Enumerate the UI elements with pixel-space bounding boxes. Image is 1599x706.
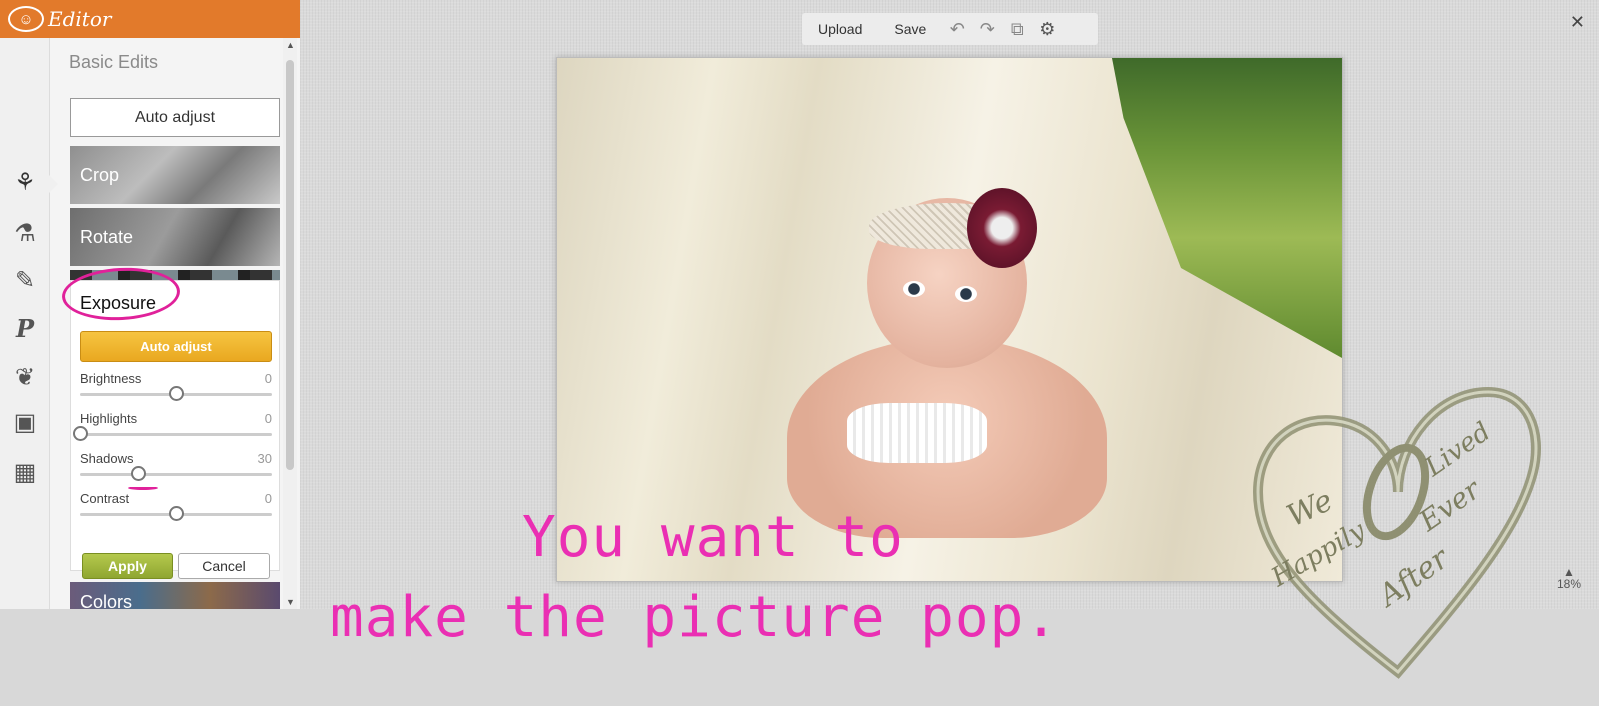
logo-icon: ☺ [8,6,44,32]
slider-value: 0 [264,371,272,386]
photo-eye [903,281,925,297]
basic-edits-panel: Basic Edits Auto adjust Crop Rotate Expo… [60,38,286,609]
underline-annotation [128,486,158,490]
watermark-text: We [1282,483,1339,534]
overlay-caption-line-1: You want to [522,505,904,570]
effects-icon[interactable]: ⚘ [10,168,40,198]
texture-icon[interactable]: ▦ [10,458,40,488]
layers-icon[interactable]: ⧉ [1002,19,1032,40]
frame-icon[interactable]: ▣ [10,408,40,438]
app-header: ☺ Editor [0,0,300,38]
slider-thumb[interactable] [73,426,88,441]
slider-value: 0 [264,411,272,426]
shadows-slider[interactable]: Shadows 30 [80,451,272,487]
sidebar: ⚘ ⚗ ✎ P ❦ ▣ ▦ Basic Edits Auto adjust Cr… [0,38,300,609]
flask-icon[interactable]: ⚗ [10,219,40,249]
slider-label: Brightness [80,371,142,386]
highlights-slider[interactable]: Highlights 0 [73,411,272,447]
heart-watermark: We Lived Happily Ever After [1252,386,1541,679]
sticker-icon[interactable]: ❦ [10,363,40,393]
slider-value: 30 [257,451,272,466]
save-button[interactable]: Save [878,21,942,37]
text-icon[interactable]: P [10,314,40,344]
close-icon[interactable]: ✕ [1570,12,1585,33]
colors-tile[interactable]: Colors [70,582,280,609]
tile-strip [70,270,280,280]
watermark-text: Lived [1419,417,1496,484]
undo-icon[interactable]: ↶ [942,19,972,40]
rotate-tile[interactable]: Rotate [70,208,280,266]
top-toolbar: Upload Save ↶ ↷ ⧉ ⚙ [802,13,1098,45]
overlay-caption-line-2: make the picture pop. [330,585,1060,650]
slider-track[interactable] [80,473,272,476]
zoom-indicator[interactable]: ▲ 18% [1557,566,1581,590]
panel-scrollbar[interactable]: ▲ ▼ [283,38,297,609]
slider-track[interactable] [80,433,272,436]
photo-grass [1112,58,1342,358]
rail-notch [48,174,58,194]
exposure-auto-adjust-button[interactable]: Auto adjust [80,331,272,362]
gear-icon[interactable]: ⚙ [1032,19,1062,40]
app-title: Editor [48,7,112,31]
slider-label: Contrast [80,491,130,506]
panel-heading: Basic Edits [69,52,159,72]
slider-thumb[interactable] [169,506,184,521]
zoom-level: 18% [1556,577,1581,591]
brightness-slider[interactable]: Brightness 0 [80,371,272,407]
slider-thumb[interactable] [169,386,184,401]
exposure-panel: Exposure Auto adjust Brightness 0 Highli… [70,280,280,579]
photo-flower [967,188,1037,268]
cancel-button[interactable]: Cancel [178,553,270,579]
upload-button[interactable]: Upload [802,21,878,37]
redo-icon[interactable]: ↷ [972,19,1002,40]
edited-photo[interactable] [556,57,1343,582]
apply-button[interactable]: Apply [82,553,173,579]
brush-icon[interactable]: ✎ [10,266,40,296]
watermark-text: After [1370,540,1456,615]
slider-value: 0 [264,491,272,506]
scroll-up-icon[interactable]: ▲ [286,40,295,50]
scroll-thumb[interactable] [286,60,294,470]
slider-thumb[interactable] [130,466,146,481]
contrast-slider[interactable]: Contrast 0 [80,491,272,527]
slider-label: Highlights [80,411,138,426]
exposure-title[interactable]: Exposure [80,293,156,314]
photo-diaper [847,403,987,463]
tool-rail: ⚘ ⚗ ✎ P ❦ ▣ ▦ [0,38,50,609]
auto-adjust-button[interactable]: Auto adjust [70,98,280,137]
crop-tile[interactable]: Crop [70,146,280,204]
photo-eye [955,286,977,302]
slider-label: Shadows [80,451,134,466]
scroll-down-icon[interactable]: ▼ [286,597,295,607]
